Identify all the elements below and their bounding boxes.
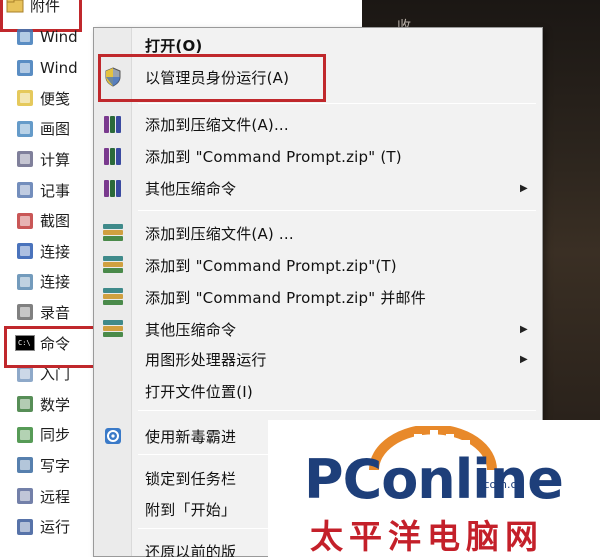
menu-item-label: 添加到 "Command Prompt.zip"(T): [145, 256, 397, 275]
menu-item-zip-add-and-mail[interactable]: 添加到 "Command Prompt.zip" 并邮件: [94, 282, 542, 312]
paint-icon: [14, 118, 36, 140]
winrar-books-icon: [102, 145, 124, 167]
menu-item-winrar-add-archive[interactable]: 添加到压缩文件(A)...: [94, 109, 542, 139]
remote-desktop-icon: [14, 271, 36, 293]
start-menu-item-label: 远程: [40, 487, 71, 506]
window-app-icon: [14, 26, 36, 48]
archive-stack-icon: [102, 286, 124, 308]
start-menu-item-label: 录音: [40, 303, 71, 322]
menu-item-label: 添加到 "Command Prompt.zip" 并邮件: [145, 288, 426, 307]
folder-icon: [4, 0, 26, 16]
projector-icon: [14, 240, 36, 262]
start-menu-item-label: Wind: [40, 28, 78, 46]
getting-started-icon: [14, 363, 36, 385]
start-menu-item-label: 便笺: [40, 89, 71, 108]
menu-item-label: 添加到压缩文件(A)...: [145, 115, 289, 134]
menu-separator: [138, 210, 536, 211]
start-menu-item-label: 入门: [40, 365, 71, 384]
menu-item-label: 锁定到任务栏: [145, 469, 237, 488]
archive-stack-icon: [102, 318, 124, 340]
antivirus-icon: [102, 425, 124, 447]
start-menu-item-label: 记事: [40, 181, 71, 200]
calculator-icon: [14, 148, 36, 170]
wordpad-icon: [14, 454, 36, 476]
start-menu-item-label: 画图: [40, 120, 71, 139]
menu-item-open[interactable]: 打开(O): [94, 30, 542, 60]
menu-item-label: 以管理员身份运行(A): [145, 68, 290, 87]
menu-item-label: 添加到压缩文件(A) ...: [145, 224, 294, 243]
uac-shield-icon: [102, 66, 124, 88]
menu-item-run-as-admin[interactable]: 以管理员身份运行(A): [94, 62, 542, 92]
accessories-folder[interactable]: 附件: [4, 0, 304, 19]
menu-item-label: 添加到 "Command Prompt.zip" (T): [145, 147, 402, 166]
microphone-icon: [14, 301, 36, 323]
menu-item-label: 使用新毒霸进: [145, 427, 237, 446]
start-menu-item-label: 写字: [40, 456, 71, 475]
logo-chinese-name: 太平洋电脑网: [310, 517, 544, 556]
menu-separator: [138, 103, 536, 104]
start-menu-item-label: Wind: [40, 58, 78, 77]
archive-stack-icon: [102, 254, 124, 276]
menu-item-label: 用图形处理器运行: [145, 350, 267, 369]
submenu-arrow-icon: ▶: [520, 182, 528, 194]
remote-icon: [14, 485, 36, 507]
menu-item-label: 附到「开始」: [145, 500, 237, 519]
submenu-arrow-icon: ▶: [520, 323, 528, 335]
logo-wordmark: PConline: [304, 448, 564, 511]
pconline-watermark: PConline .com.cn 太平洋电脑网: [268, 420, 600, 557]
menu-separator: [138, 410, 536, 411]
run-icon: [14, 516, 36, 538]
snipping-tool-icon: [14, 210, 36, 232]
menu-item-winrar-add-zip[interactable]: 添加到 "Command Prompt.zip" (T): [94, 141, 542, 171]
menu-item-zip-add-zip[interactable]: 添加到 "Command Prompt.zip"(T): [94, 250, 542, 280]
start-menu-item-label: 计算: [40, 150, 71, 169]
menu-item-zip-add-archive[interactable]: 添加到压缩文件(A) ...: [94, 218, 542, 248]
sticky-notes-icon: [14, 87, 36, 109]
winrar-books-icon: [102, 177, 124, 199]
menu-item-label: 其他压缩命令: [145, 179, 237, 198]
command-prompt-icon: C:\: [14, 332, 36, 354]
winrar-books-icon: [102, 113, 124, 135]
math-panel-icon: [14, 393, 36, 415]
menu-item-open-file-location[interactable]: 打开文件位置(I): [94, 376, 542, 406]
start-menu-item-label: 连接: [40, 242, 71, 261]
archive-stack-icon: [102, 222, 124, 244]
menu-item-label: 还原以前的版: [145, 542, 237, 557]
notepad-icon: [14, 179, 36, 201]
menu-item-zip-more[interactable]: 其他压缩命令 ▶: [94, 314, 542, 344]
submenu-arrow-icon: ▶: [520, 353, 528, 365]
start-menu-item-label: 运行: [40, 518, 71, 537]
svg-text:C:\: C:\: [18, 339, 31, 347]
start-menu-item-label: 同步: [40, 426, 71, 445]
menu-item-winrar-more[interactable]: 其他压缩命令 ▶: [94, 173, 542, 203]
start-menu-item-label: 数学: [40, 395, 71, 414]
start-menu-item-label: 命令: [40, 334, 71, 353]
menu-item-label: 打开(O): [145, 36, 203, 55]
accessories-label: 附件: [30, 0, 61, 15]
start-menu-item-label: 连接: [40, 273, 71, 292]
menu-item-label: 打开文件位置(I): [145, 382, 253, 401]
logo-domain: .com.cn: [480, 478, 524, 491]
window-app-icon: [14, 57, 36, 79]
start-menu-item-label: 截图: [40, 212, 71, 231]
sync-center-icon: [14, 424, 36, 446]
menu-item-label: 其他压缩命令: [145, 320, 237, 339]
menu-item-run-with-gpu[interactable]: 用图形处理器运行 ▶: [94, 344, 542, 374]
